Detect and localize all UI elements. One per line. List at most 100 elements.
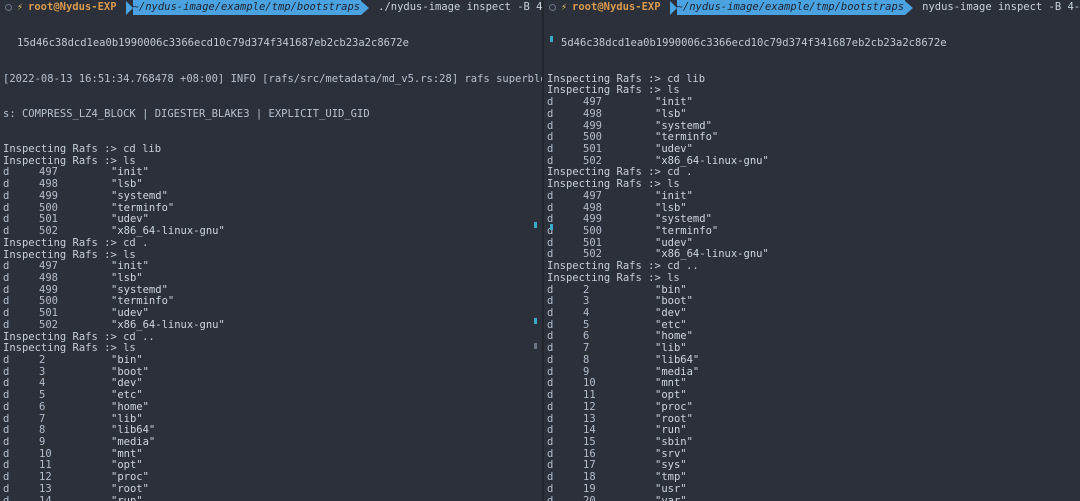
- entry-type: d: [547, 435, 554, 448]
- right-segment-arrow-icon: [662, 0, 670, 15]
- entry-type: d: [547, 307, 554, 320]
- scrollbar-marker[interactable]: [534, 222, 537, 228]
- directory-entry-row: d 500 "terminfo": [547, 225, 1080, 238]
- left-pane-titlebar: ⚡ root@Nydus-EXP ~/nydus-image/example/t…: [0, 0, 542, 15]
- directory-entry-row: d 3 "boot": [547, 296, 1080, 308]
- lightning-bolt-icon: ⚡: [561, 2, 568, 13]
- entry-type: d: [3, 482, 10, 495]
- breadcrumb-tail-icon: [361, 0, 370, 15]
- directory-entry-row: d 7 "lib": [3, 413, 542, 426]
- right-command-text: nydus-image inspect -B 4-sha256:fb: [922, 1, 1080, 13]
- directory-entry-row: d 10 "mnt": [3, 448, 542, 461]
- entry-type: d: [547, 400, 554, 413]
- directory-entry-row: d 4 "dev": [547, 307, 1080, 320]
- right-terminal-output[interactable]: 5d46c38dcd1ea0b1990006c3366ecd10c79d374f…: [544, 15, 1080, 501]
- entry-type: d: [547, 107, 554, 120]
- directory-entry-row: d 5 "etc": [3, 389, 542, 402]
- directory-entry-row: d 499 "systemd": [547, 214, 1080, 226]
- entry-inode: 499: [39, 189, 58, 202]
- directory-entry-row: d 20 "var": [547, 494, 1080, 501]
- scrollbar-marker[interactable]: [550, 36, 553, 42]
- directory-entry-row: d 4 "dev": [3, 378, 542, 390]
- entry-name: "terminfo": [655, 225, 719, 237]
- shell-prompt: Inspecting Rafs :>: [547, 271, 668, 284]
- entry-inode: 5: [583, 318, 590, 331]
- entry-type: d: [547, 494, 554, 501]
- directory-entry-row: d 499 "systemd": [3, 189, 542, 203]
- entry-inode: 2: [39, 353, 46, 366]
- shell-command: cd lib: [123, 143, 162, 156]
- directory-entry-row: d 15 "sbin": [547, 435, 1080, 449]
- entry-name: "udev": [655, 142, 693, 155]
- directory-entry-row: d 497 "init": [3, 260, 542, 273]
- directory-entry-row: d 12 "proc": [3, 471, 542, 484]
- directory-entry-row: d 10 "mnt": [547, 378, 1080, 390]
- entry-name: "home": [111, 400, 149, 413]
- directory-entry-row: d 8 "lib64": [547, 353, 1080, 367]
- entry-inode: 5: [39, 389, 46, 402]
- shell-command: ls: [667, 84, 680, 97]
- entry-type: d: [3, 400, 10, 413]
- directory-entry-row: d 498 "lsb": [3, 271, 542, 285]
- entry-name: "init": [655, 189, 693, 202]
- entry-type: d: [547, 482, 554, 495]
- directory-entry-row: d 9 "media": [547, 366, 1080, 379]
- entry-type: d: [547, 142, 554, 155]
- directory-entry-row: d 17 "sys": [547, 460, 1080, 472]
- shell-command: ls: [123, 342, 136, 355]
- prompt-row: Inspecting Rafs :> ls: [3, 342, 542, 355]
- shell-prompt: Inspecting Rafs :>: [3, 342, 124, 355]
- entry-inode: 19: [583, 482, 596, 495]
- directory-entry-row: d 500 "terminfo": [3, 296, 542, 308]
- prompt-row: Inspecting Rafs :> ls: [547, 85, 1080, 97]
- entry-inode: 15: [583, 435, 596, 448]
- shell-command: ls: [667, 271, 680, 284]
- directory-entry-row: d 7 "lib": [547, 342, 1080, 355]
- scrollbar-marker[interactable]: [534, 343, 537, 349]
- directory-entry-row: d 16 "srv": [547, 448, 1080, 461]
- entry-name: "dev": [655, 307, 687, 320]
- entry-type: d: [3, 189, 10, 202]
- entry-inode: 13: [39, 482, 52, 495]
- entry-inode: 500: [583, 225, 602, 237]
- right-hash-continuation: 5d46c38dcd1ea0b1990006c3366ecd10c79d374f…: [561, 37, 947, 50]
- directory-entry-row: d 500 "terminfo": [547, 132, 1080, 144]
- terminal-pane-left[interactable]: ⚡ root@Nydus-EXP ~/nydus-image/example/t…: [0, 0, 542, 501]
- right-path-breadcrumb: ~/nydus-image/example/tmp/bootstraps: [669, 0, 914, 15]
- directory-entry-row: d 499 "systemd": [547, 120, 1080, 133]
- scrollbar-marker[interactable]: [550, 224, 553, 230]
- directory-entry-row: d 500 "terminfo": [3, 202, 542, 215]
- entry-inode: 6: [583, 330, 590, 343]
- directory-entry-row: d 498 "lsb": [547, 107, 1080, 121]
- entry-name: "sbin": [655, 435, 693, 448]
- directory-entry-row: d 6 "home": [3, 400, 542, 414]
- circle-outline-icon: [5, 4, 12, 11]
- directory-entry-row: d 2 "bin": [3, 353, 542, 367]
- shell-prompt: Inspecting Rafs :>: [547, 260, 668, 273]
- directory-entry-row: d 501 "udev": [547, 237, 1080, 250]
- entry-inode: 8: [39, 424, 46, 437]
- directory-entry-row: d 13 "root": [3, 482, 542, 496]
- directory-entry-row: d 11 "opt": [3, 460, 542, 472]
- entry-name: "bin": [111, 353, 143, 366]
- entry-inode: 6: [39, 400, 46, 413]
- entry-name: "lsb": [111, 271, 143, 284]
- scrollbar-marker[interactable]: [534, 318, 537, 324]
- right-session-lines: Inspecting Rafs :> cd lib Inspecting Rafs…: [547, 72, 1080, 501]
- left-session-lines: Inspecting Rafs :> cd lib Inspecting Rafs…: [3, 143, 542, 501]
- shell-command: cd lib: [667, 72, 706, 85]
- entry-inode: 8: [583, 353, 590, 366]
- shell-prompt: Inspecting Rafs :>: [547, 166, 668, 179]
- left-user-host: root@Nydus-EXP: [28, 1, 117, 13]
- terminal-pane-right[interactable]: ⚡ root@Nydus-EXP ~/nydus-image/example/t…: [544, 0, 1080, 501]
- entry-type: d: [3, 353, 10, 366]
- right-user-host: root@Nydus-EXP: [572, 1, 661, 13]
- shell-command: cd ..: [123, 330, 155, 343]
- left-terminal-output[interactable]: 15d46c38dcd1ea0b1990006c3366ecd10c79d374…: [0, 15, 542, 501]
- shell-command: cd ..: [667, 260, 699, 273]
- entry-inode: 20: [583, 494, 596, 501]
- entry-inode: 498: [583, 107, 602, 120]
- entry-inode: 9: [39, 436, 46, 448]
- entry-inode: 4: [39, 377, 46, 390]
- directory-entry-row: d 497 "init": [547, 189, 1080, 203]
